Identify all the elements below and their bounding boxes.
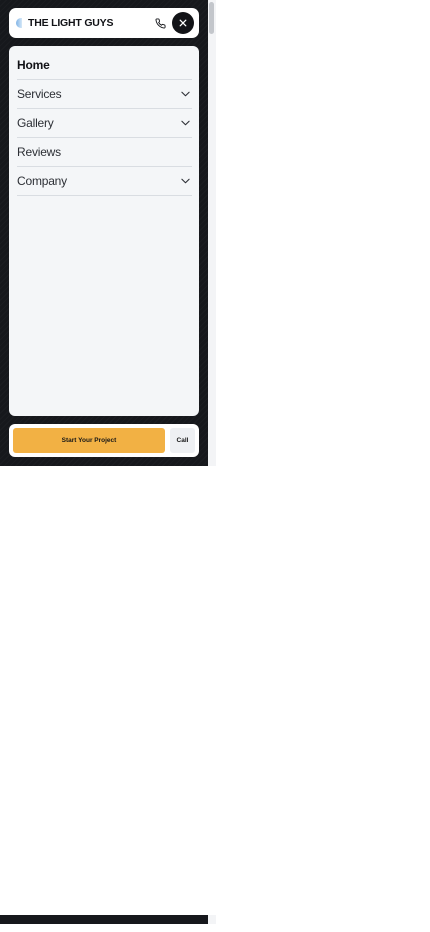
mobile-viewport: THE LIGHT GUYS Home Services Gallery Rev… bbox=[0, 0, 208, 466]
cta-bar: Start Your Project Call bbox=[9, 424, 199, 457]
nav-item-gallery[interactable]: Gallery bbox=[17, 109, 192, 138]
phone-button[interactable] bbox=[152, 15, 168, 31]
scrollbar-thumb[interactable] bbox=[209, 2, 214, 34]
phone-icon bbox=[155, 17, 166, 28]
close-menu-button[interactable] bbox=[172, 12, 194, 34]
nav-item-label: Services bbox=[17, 87, 62, 101]
nav-item-label: Company bbox=[17, 174, 67, 188]
chevron-down-icon[interactable] bbox=[180, 118, 190, 128]
nav-menu-list: Home Services Gallery Reviews Company bbox=[17, 51, 192, 196]
scrollbar-track[interactable] bbox=[208, 0, 216, 466]
nav-item-home[interactable]: Home bbox=[17, 51, 192, 80]
nav-item-label: Reviews bbox=[17, 145, 61, 159]
brand-logo-text[interactable]: THE LIGHT GUYS bbox=[28, 17, 113, 29]
start-project-button[interactable]: Start Your Project bbox=[13, 428, 165, 453]
nav-item-label: Home bbox=[17, 58, 50, 72]
bottom-strip-edge bbox=[208, 915, 216, 924]
logo-icon bbox=[16, 18, 22, 28]
chevron-down-icon[interactable] bbox=[180, 176, 190, 186]
chevron-down-icon[interactable] bbox=[180, 89, 190, 99]
nav-item-reviews[interactable]: Reviews bbox=[17, 138, 192, 167]
nav-item-company[interactable]: Company bbox=[17, 167, 192, 196]
nav-menu-panel: Home Services Gallery Reviews Company bbox=[9, 46, 199, 416]
call-button[interactable]: Call bbox=[170, 428, 195, 453]
nav-item-label: Gallery bbox=[17, 116, 54, 130]
bottom-dark-strip bbox=[0, 915, 208, 924]
site-header: THE LIGHT GUYS bbox=[9, 8, 199, 38]
close-icon bbox=[179, 19, 187, 27]
nav-item-services[interactable]: Services bbox=[17, 80, 192, 109]
